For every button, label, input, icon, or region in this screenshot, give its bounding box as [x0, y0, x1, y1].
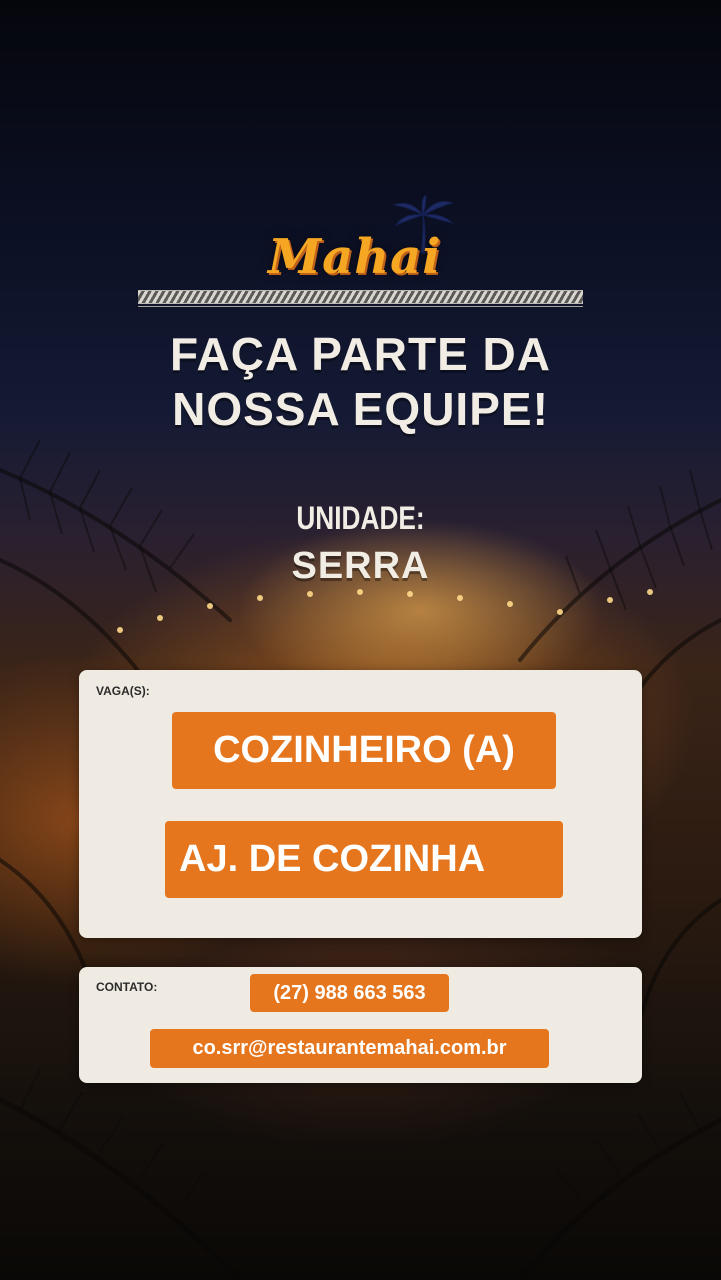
logo-text: Mahai	[268, 229, 442, 285]
divider-line	[138, 306, 583, 307]
headline-line-1: FAÇA PARTE DA	[170, 328, 551, 380]
unit-label: UNIDADE:	[296, 500, 425, 536]
unit-value: SERRA	[291, 545, 430, 587]
headline-line-2: NOSSA EQUIPE!	[172, 383, 549, 435]
job-badge-cook: COZINHEIRO (A)	[172, 712, 556, 789]
job-badge-kitchen-assistant: AJ. DE COZINHA	[165, 821, 563, 898]
phone-number[interactable]: (27) 988 663 563	[250, 974, 449, 1012]
contact-label: CONTATO:	[96, 980, 158, 994]
email-address[interactable]: co.srr@restaurantemahai.com.br	[150, 1029, 549, 1068]
jobs-label: VAGA(S):	[96, 684, 150, 698]
rope-divider	[138, 290, 583, 304]
jobs-card: VAGA(S): COZINHEIRO (A) AJ. DE COZINHA	[79, 670, 642, 938]
palm-leaves-decoration	[0, 439, 721, 1280]
contact-card: CONTATO: (27) 988 663 563 co.srr@restaur…	[79, 967, 642, 1083]
